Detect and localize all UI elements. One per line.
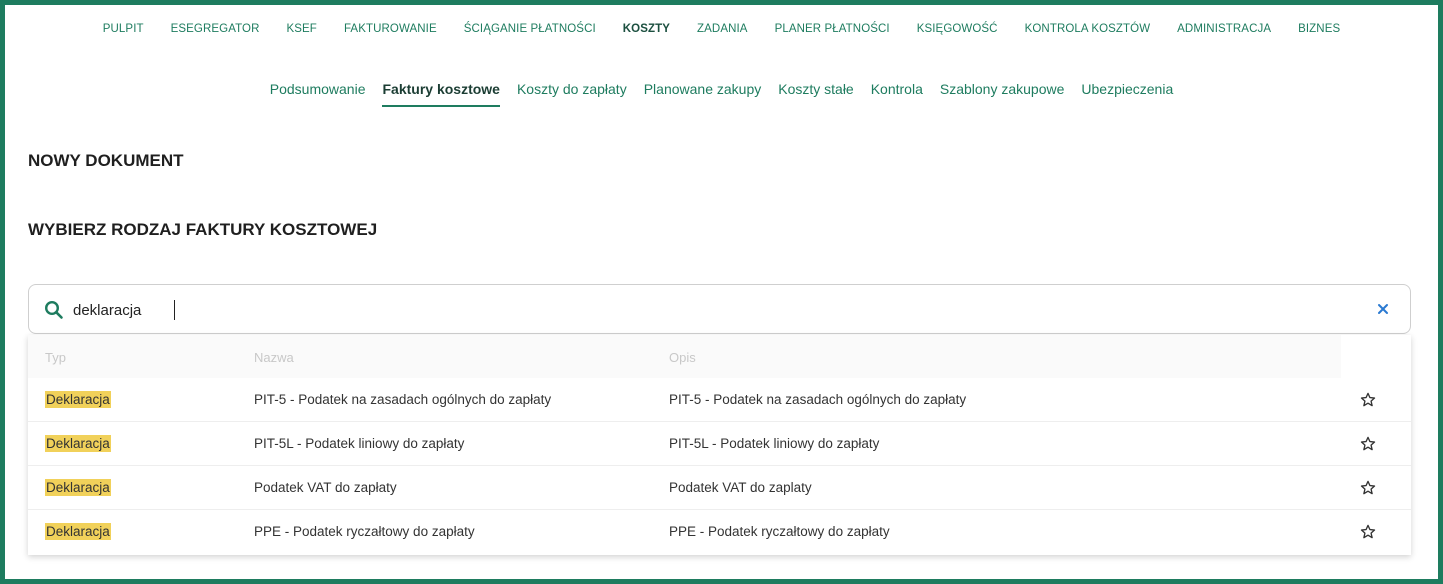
results-header: Typ Nazwa Opis (28, 335, 1341, 378)
row-type-badge: Deklaracja (45, 391, 111, 408)
tab-koszty-stale[interactable]: Koszty stałe (770, 81, 862, 107)
top-nav: PULPIT ESEGREGATOR KSEF FAKTUROWANIE ŚCI… (5, 23, 1438, 35)
search-box[interactable] (28, 284, 1411, 334)
row-type-badge: Deklaracja (45, 479, 111, 496)
text-caret (174, 300, 175, 320)
column-header-nazwa: Nazwa (254, 350, 294, 365)
top-nav-item-biznes[interactable]: BIZNES (1285, 23, 1354, 35)
row-description: PIT-5L - Podatek liniowy do zapłaty (669, 436, 880, 451)
row-type-badge: Deklaracja (45, 435, 111, 452)
row-name: PIT-5 - Podatek na zasadach ogólnych do … (254, 392, 552, 407)
top-nav-item-koszty[interactable]: KOSZTY (609, 23, 683, 35)
top-nav-item-esegregator[interactable]: ESEGREGATOR (157, 23, 273, 35)
row-description: PIT-5 - Podatek na zasadach ogólnych do … (669, 392, 967, 407)
tab-faktury-kosztowe[interactable]: Faktury kosztowe (374, 81, 508, 107)
top-nav-item-kontrola-kosztow[interactable]: KONTROLA KOSZTÓW (1011, 23, 1164, 35)
table-row[interactable]: Deklaracja PIT-5 - Podatek na zasadach o… (28, 378, 1411, 422)
tab-planowane-zakupy[interactable]: Planowane zakupy (635, 81, 770, 107)
search-icon (44, 300, 63, 319)
row-name: PIT-5L - Podatek liniowy do zapłaty (254, 436, 465, 451)
page-subtitle: WYBIERZ RODZAJ FAKTURY KOSZTOWEJ (28, 220, 378, 239)
row-type-badge: Deklaracja (45, 523, 111, 540)
row-name: PPE - Podatek ryczałtowy do zapłaty (254, 524, 475, 539)
tab-podsumowanie[interactable]: Podsumowanie (261, 81, 374, 107)
row-description: Podatek VAT do zaplaty (669, 480, 812, 495)
star-icon[interactable] (1359, 479, 1377, 497)
top-nav-item-ksiegowosc[interactable]: KSIĘGOWOŚĆ (903, 23, 1011, 35)
tab-kontrola[interactable]: Kontrola (862, 81, 931, 107)
star-icon[interactable] (1359, 435, 1377, 453)
top-nav-item-fakturowanie[interactable]: FAKTUROWANIE (330, 23, 450, 35)
row-name: Podatek VAT do zapłaty (254, 480, 397, 495)
table-row[interactable]: Deklaracja Podatek VAT do zapłaty Podate… (28, 466, 1411, 510)
tab-ubezpieczenia[interactable]: Ubezpieczenia (1073, 81, 1182, 107)
close-icon[interactable] (1376, 302, 1390, 316)
results-dropdown: Typ Nazwa Opis Deklaracja PIT-5 - Podate… (28, 335, 1411, 555)
tab-koszty-do-zaplaty[interactable]: Koszty do zapłaty (508, 81, 635, 107)
table-row[interactable]: Deklaracja PIT-5L - Podatek liniowy do z… (28, 422, 1411, 466)
top-nav-item-ksef[interactable]: KSEF (273, 23, 330, 35)
top-nav-item-zadania[interactable]: ZADANIA (684, 23, 762, 35)
row-description: PPE - Podatek ryczałtowy do zapłaty (669, 524, 890, 539)
table-row[interactable]: Deklaracja PPE - Podatek ryczałtowy do z… (28, 510, 1411, 554)
page-title: NOWY DOKUMENT (28, 151, 184, 170)
column-header-opis: Opis (669, 350, 696, 365)
column-header-typ: Typ (45, 350, 66, 365)
search-input[interactable] (73, 297, 1353, 323)
top-nav-item-planer-platnosci[interactable]: PLANER PŁATNOŚCI (761, 23, 903, 35)
top-nav-item-sciaganie-platnosci[interactable]: ŚCIĄGANIE PŁATNOŚCI (450, 23, 609, 35)
top-nav-item-administracja[interactable]: ADMINISTRACJA (1164, 23, 1285, 35)
star-icon[interactable] (1359, 523, 1377, 541)
app-frame: PULPIT ESEGREGATOR KSEF FAKTUROWANIE ŚCI… (0, 0, 1443, 584)
sub-nav: Podsumowanie Faktury kosztowe Koszty do … (5, 81, 1438, 107)
top-nav-item-pulpit[interactable]: PULPIT (89, 23, 157, 35)
tab-szablony-zakupowe[interactable]: Szablony zakupowe (931, 81, 1073, 107)
star-icon[interactable] (1359, 391, 1377, 409)
